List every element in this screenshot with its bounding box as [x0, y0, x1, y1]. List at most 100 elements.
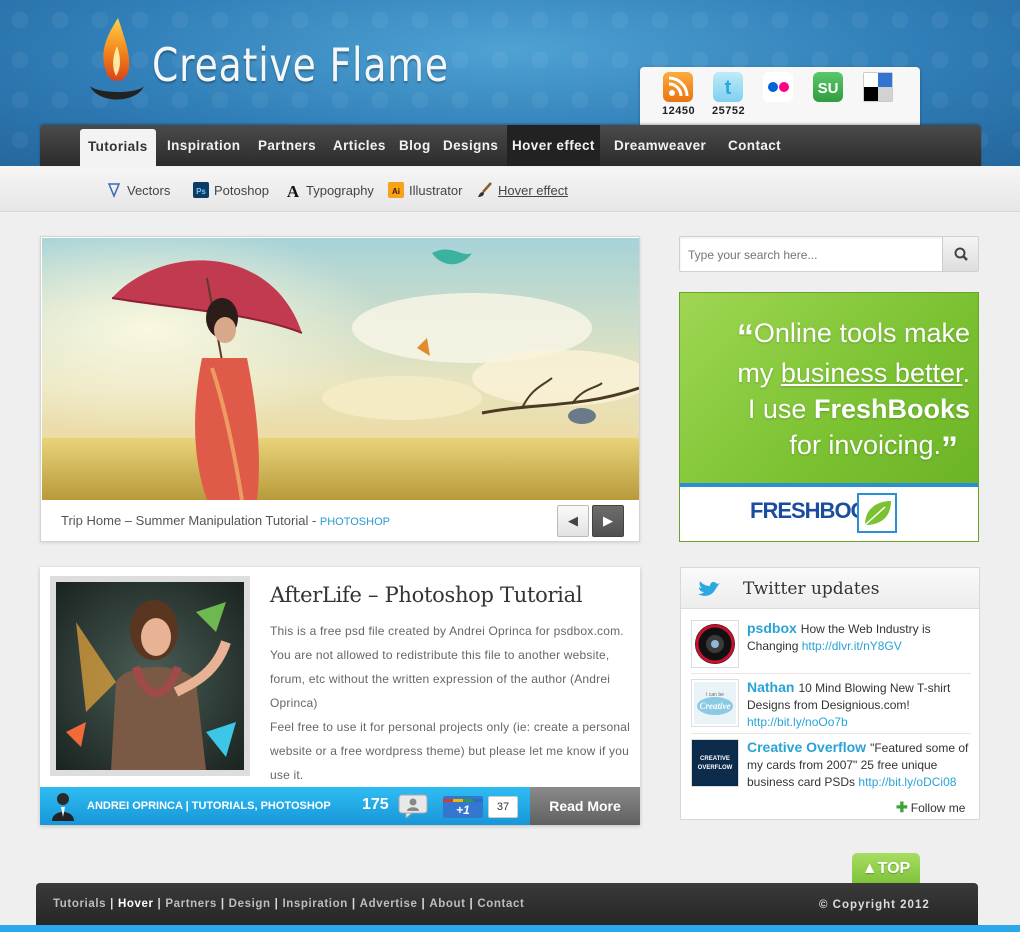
- nav-item-articles[interactable]: Articles: [333, 125, 386, 166]
- tweet-avatar[interactable]: [691, 620, 739, 668]
- tweet-divider: [691, 733, 971, 734]
- tweet-author[interactable]: Nathan: [747, 679, 794, 695]
- stumbleupon-link[interactable]: SU: [812, 72, 844, 102]
- search-input[interactable]: [688, 244, 938, 266]
- subnav-item-vectors[interactable]: Vectors: [106, 182, 170, 198]
- site-logo[interactable]: Creative Flame: [86, 16, 449, 106]
- nav-item-designs[interactable]: Designs: [443, 125, 498, 166]
- subnav-item-photoshop[interactable]: Ps Potoshop: [193, 182, 269, 198]
- slide-category[interactable]: PHOTOSHOP: [320, 516, 390, 528]
- tweet-author[interactable]: Creative Overflow: [747, 739, 866, 755]
- footer-link-advertise[interactable]: Advertise: [360, 898, 418, 910]
- ad-copy: “Online tools make my business better. I…: [736, 318, 970, 468]
- tweet-avatar[interactable]: CREATIVE OVERFLOW: [691, 739, 739, 787]
- rss-link[interactable]: 12450: [662, 72, 696, 117]
- comment-bubble-icon[interactable]: [398, 794, 428, 820]
- comment-count: 175: [362, 796, 389, 813]
- nav-item-hover-effect[interactable]: Hover effect: [507, 125, 600, 166]
- rss-icon: [663, 72, 693, 102]
- featured-slider: Trip Home – Summer Manipulation Tutorial…: [40, 236, 640, 542]
- post-author-categories[interactable]: ANDREI OPRINCA | TUTORIALS, PHOTOSHOP: [87, 800, 331, 812]
- twitter-header: Twitter updates: [681, 568, 979, 609]
- site-footer: Tutorials | Hover | Partners | Design | Inspirat…: [36, 883, 978, 925]
- slide-caption[interactable]: Trip Home – Summer Manipulation Tutorial…: [61, 513, 390, 528]
- nav-item-partners[interactable]: Partners: [258, 125, 316, 166]
- delicious-link[interactable]: [862, 72, 894, 102]
- typography-icon: A: [285, 182, 301, 201]
- follow-me-link[interactable]: ✚ Follow me: [896, 799, 965, 816]
- post-title[interactable]: AfterLife – Photoshop Tutorial: [270, 583, 583, 607]
- svg-text:CREATIVE: CREATIVE: [700, 756, 730, 762]
- back-to-top-button[interactable]: ▲TOP: [852, 853, 920, 883]
- tweet-link[interactable]: http://bit.ly/noOo7b: [747, 715, 848, 729]
- twitter-link[interactable]: t 25752: [712, 72, 746, 117]
- tweet-link[interactable]: http://bit.ly/oDCi08: [858, 775, 956, 789]
- nav-item-tutorials[interactable]: Tutorials: [80, 129, 156, 166]
- vector-pen-icon: [106, 182, 122, 198]
- freshbooks-ad[interactable]: “Online tools make my business better. I…: [679, 292, 979, 542]
- flickr-link[interactable]: [762, 72, 794, 102]
- subnav-item-typography[interactable]: A Typography: [285, 182, 374, 201]
- tweet-avatar[interactable]: Creative I can be: [691, 679, 739, 727]
- post-thumbnail[interactable]: [50, 576, 250, 776]
- search-button[interactable]: [942, 237, 978, 271]
- slide-image[interactable]: [42, 238, 639, 500]
- read-more-button[interactable]: Read More: [530, 787, 640, 825]
- tweet-author[interactable]: psdbox: [747, 620, 797, 636]
- illustrator-icon: Ai: [388, 182, 404, 198]
- nav-item-contact[interactable]: Contact: [728, 125, 781, 166]
- post-paragraph-1: This is a free psd file created by Andre…: [270, 624, 624, 710]
- svg-text:Creative: Creative: [700, 701, 731, 711]
- post-excerpt: This is a free psd file created by Andre…: [270, 619, 632, 787]
- twitter-title: Twitter updates: [743, 579, 880, 599]
- svg-text:OVERFLOW: OVERFLOW: [698, 765, 733, 771]
- ad-divider: [680, 483, 978, 487]
- footer-link-about[interactable]: About: [429, 898, 465, 910]
- leaf-icon: [857, 493, 897, 533]
- post-meta-bar: ANDREI OPRINCA | TUTORIALS, PHOTOSHOP 17…: [40, 787, 640, 825]
- twitter-bird-icon: [697, 580, 721, 598]
- delicious-icon: [863, 72, 893, 102]
- twitter-icon: t: [713, 72, 743, 102]
- author-icon: [50, 791, 76, 821]
- nav-item-dreamweaver[interactable]: Dreamweaver: [614, 125, 706, 166]
- footer-links: Tutorials | Hover | Partners | Design | Inspirat…: [53, 898, 525, 910]
- tweet-link[interactable]: http://dlvr.it/nY8GV: [802, 639, 902, 653]
- search-icon: [954, 247, 968, 261]
- search-box: [679, 236, 979, 272]
- social-bar: 12450 t 25752 SU: [640, 67, 920, 125]
- main-nav: Tutorials Inspiration Partners Articles …: [40, 125, 981, 166]
- rss-count: 12450: [662, 105, 696, 117]
- footer-link-partners[interactable]: Partners: [165, 898, 216, 910]
- subnav-item-illustrator[interactable]: Ai Illustrator: [388, 182, 462, 198]
- stumbleupon-icon: SU: [813, 72, 843, 102]
- footer-link-contact[interactable]: Contact: [477, 898, 524, 910]
- plus-icon: ✚: [896, 799, 908, 815]
- google-plus-one-button[interactable]: +1: [443, 796, 483, 818]
- brush-icon: [477, 182, 493, 198]
- footer-link-hover[interactable]: Hover: [118, 898, 154, 910]
- slider-prev-button[interactable]: ◀: [557, 505, 589, 537]
- footer-accent-line: [0, 925, 1020, 932]
- subnav-item-hover-effect[interactable]: Hover effect: [477, 182, 568, 198]
- footer-link-design[interactable]: Design: [229, 898, 271, 910]
- site-title: Creative Flame: [152, 38, 449, 92]
- plus-one-count: 37: [488, 796, 518, 818]
- footer-link-tutorials[interactable]: Tutorials: [53, 898, 106, 910]
- post-paragraph-2: Feel free to use it for personal project…: [270, 720, 630, 782]
- photoshop-icon: Ps: [193, 182, 209, 198]
- svg-text:SU: SU: [818, 80, 839, 97]
- svg-text:Ai: Ai: [392, 187, 400, 196]
- nav-item-inspiration[interactable]: Inspiration: [167, 125, 240, 166]
- sub-nav: Vectors Ps Potoshop A Typography Ai Illustr…: [0, 166, 1020, 212]
- svg-text:A: A: [287, 182, 300, 198]
- nav-item-blog[interactable]: Blog: [399, 125, 431, 166]
- svg-text:Ps: Ps: [196, 187, 206, 196]
- svg-text:t: t: [725, 77, 732, 99]
- slider-next-button[interactable]: ▶: [592, 505, 624, 537]
- flickr-icon: [763, 72, 793, 102]
- footer-link-inspiration[interactable]: Inspiration: [282, 898, 347, 910]
- copyright: © Copyright 2012: [819, 899, 930, 911]
- twitter-count: 25752: [712, 105, 746, 117]
- twitter-widget: Twitter updates psdbox How the Web Indust…: [680, 567, 980, 820]
